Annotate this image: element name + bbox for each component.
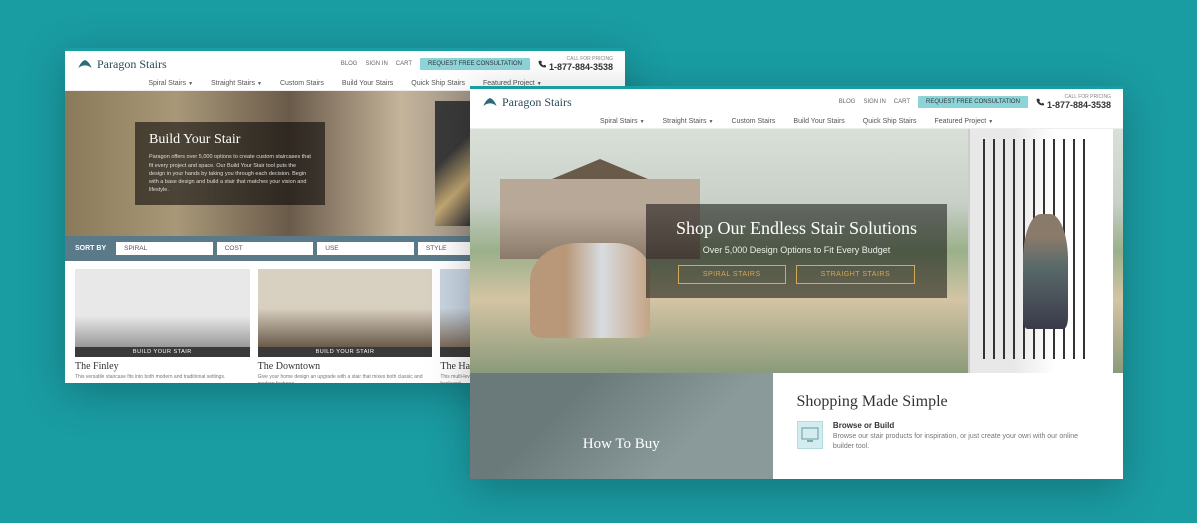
- shopping-item-text: Browse our stair products for inspiratio…: [833, 432, 1099, 452]
- product-title: The Downtown: [258, 361, 433, 372]
- shopping-item-title: Browse or Build: [833, 421, 1099, 430]
- filter-spiral[interactable]: SPIRAL: [116, 242, 213, 255]
- hero-buttons: SPIRAL STAIRS STRAIGHT STAIRS: [676, 265, 917, 284]
- screenshot-homepage: Paragon Stairs BLOG SIGN IN CART REQUEST…: [470, 86, 1123, 479]
- topbar: Paragon Stairs BLOG SIGN IN CART REQUEST…: [65, 51, 625, 77]
- chevron-down-icon: ▼: [708, 119, 713, 125]
- blog-link[interactable]: BLOG: [839, 99, 856, 105]
- phone-block[interactable]: CALL FOR PRICING 1-877-884-3538: [1036, 95, 1111, 110]
- chevron-down-icon: ▼: [640, 119, 645, 125]
- nav-quick-ship-stairs[interactable]: Quick Ship Stairs: [863, 118, 917, 125]
- consultation-button[interactable]: REQUEST FREE CONSULTATION: [420, 58, 530, 70]
- topbar: Paragon Stairs BLOG SIGN IN CART REQUEST…: [470, 89, 1123, 115]
- main-nav: Spiral Stairs▼ Straight Stairs▼ Custom Sta…: [470, 115, 1123, 129]
- nav-straight-stairs[interactable]: Straight Stairs▼: [211, 80, 262, 87]
- nav-custom-stairs[interactable]: Custom Stairs: [731, 118, 775, 125]
- product-tag: BUILD YOUR STAIR: [258, 347, 433, 357]
- phone-icon: [1036, 98, 1044, 106]
- nav-spiral-stairs[interactable]: Spiral Stairs▼: [148, 80, 193, 87]
- product-image: [258, 269, 433, 347]
- product-tag: BUILD YOUR STAIR: [75, 347, 250, 357]
- hero-shop: Shop Our Endless Stair Solutions Over 5,…: [470, 129, 1123, 373]
- hero-text: Paragon offers over 5,000 options to cre…: [149, 153, 311, 194]
- filter-use[interactable]: USE: [317, 242, 414, 255]
- product-image: [75, 269, 250, 347]
- nav-custom-stairs[interactable]: Custom Stairs: [280, 80, 324, 87]
- spiral-stairs-button[interactable]: SPIRAL STAIRS: [678, 265, 786, 284]
- shopping-title: Shopping Made Simple: [797, 393, 1100, 411]
- phone-icon: [538, 60, 546, 68]
- phone-number: 1-877-884-3538: [1047, 100, 1111, 110]
- phone-block[interactable]: CALL FOR PRICING 1-877-884-3538: [538, 57, 613, 72]
- signin-link[interactable]: SIGN IN: [863, 99, 885, 105]
- logo-icon: [482, 96, 498, 108]
- product-description: This versatile staircase fits into both …: [75, 374, 250, 381]
- hero-subtitle: Over 5,000 Design Options to Fit Every B…: [676, 245, 917, 255]
- hero-person-sitting: [530, 243, 650, 338]
- how-to-buy-panel: How To Buy: [470, 373, 773, 479]
- shopping-panel: Shopping Made Simple Browse or Build Bro…: [773, 373, 1124, 479]
- nav-straight-stairs[interactable]: Straight Stairs▼: [663, 118, 714, 125]
- hero-person-standing: [1023, 214, 1068, 329]
- product-description: Give your home design an upgrade with a …: [258, 374, 433, 383]
- nav-build-your-stairs[interactable]: Build Your Stairs: [793, 118, 844, 125]
- product-card[interactable]: BUILD YOUR STAIR The Downtown Give your ho…: [258, 269, 433, 383]
- hero-overlay: Build Your Stair Paragon offers over 5,0…: [135, 122, 325, 204]
- phone-number: 1-877-884-3538: [549, 62, 613, 72]
- logo[interactable]: Paragon Stairs: [77, 57, 167, 72]
- straight-stairs-button[interactable]: STRAIGHT STAIRS: [796, 265, 915, 284]
- shopping-item: Browse or Build Browse our stair product…: [797, 421, 1100, 452]
- chevron-down-icon: ▼: [188, 81, 193, 87]
- chevron-down-icon: ▼: [988, 119, 993, 125]
- logo[interactable]: Paragon Stairs: [482, 95, 572, 110]
- chevron-down-icon: ▼: [257, 81, 262, 87]
- hero-title: Build Your Stair: [149, 132, 311, 148]
- logo-text: Paragon Stairs: [97, 57, 167, 72]
- nav-build-your-stairs[interactable]: Build Your Stairs: [342, 80, 393, 87]
- filter-cost[interactable]: COST: [217, 242, 314, 255]
- how-to-buy-title: How To Buy: [583, 436, 660, 453]
- blog-link[interactable]: BLOG: [341, 61, 358, 67]
- product-card[interactable]: BUILD YOUR STAIR The Finley This versatile…: [75, 269, 250, 383]
- top-links: BLOG SIGN IN CART REQUEST FREE CONSULTAT…: [341, 57, 613, 72]
- nav-quick-ship-stairs[interactable]: Quick Ship Stairs: [411, 80, 465, 87]
- hero-overlay: Shop Our Endless Stair Solutions Over 5,…: [646, 204, 947, 298]
- filter-label: SORT BY: [75, 245, 106, 252]
- nav-spiral-stairs[interactable]: Spiral Stairs▼: [600, 118, 645, 125]
- consultation-button[interactable]: REQUEST FREE CONSULTATION: [918, 96, 1028, 108]
- monitor-icon: [797, 421, 823, 449]
- nav-featured-project[interactable]: Featured Project▼: [934, 118, 993, 125]
- signin-link[interactable]: SIGN IN: [365, 61, 387, 67]
- cart-link[interactable]: CART: [396, 61, 412, 67]
- how-to-buy-section: How To Buy Shopping Made Simple Browse o…: [470, 373, 1123, 479]
- logo-text: Paragon Stairs: [502, 95, 572, 110]
- product-title: The Finley: [75, 361, 250, 372]
- top-links: BLOG SIGN IN CART REQUEST FREE CONSULTAT…: [839, 95, 1111, 110]
- logo-icon: [77, 58, 93, 70]
- cart-link[interactable]: CART: [894, 99, 910, 105]
- hero-title: Shop Our Endless Stair Solutions: [676, 218, 917, 239]
